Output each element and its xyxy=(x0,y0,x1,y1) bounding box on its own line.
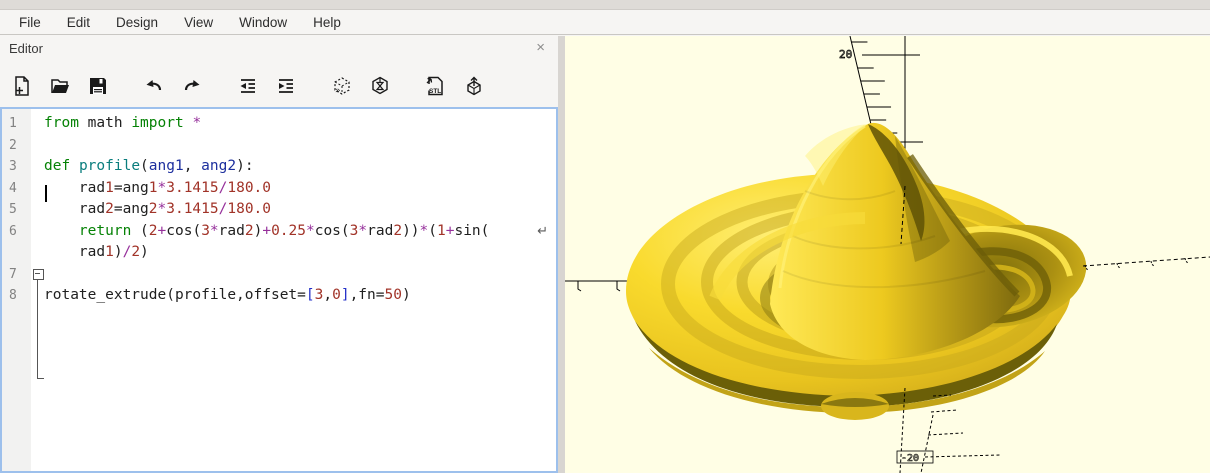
code-row: from math import * xyxy=(44,113,556,135)
stl-icon-label: STL xyxy=(429,88,441,95)
menu-edit[interactable]: Edit xyxy=(54,13,103,32)
editor-panel-title: Editor xyxy=(9,41,43,56)
code-row: rad2=ang2*3.1415/180.0 xyxy=(44,199,556,221)
new-file-icon xyxy=(11,75,33,97)
editor-toolbar: » STL xyxy=(0,64,500,107)
menu-view[interactable]: View xyxy=(171,13,226,32)
indent-button[interactable] xyxy=(274,74,298,98)
new-file-button[interactable] xyxy=(10,74,34,98)
code-row xyxy=(44,264,556,286)
view-model-button[interactable] xyxy=(462,74,486,98)
line-number: 4 xyxy=(2,178,31,200)
undo-button[interactable] xyxy=(142,74,166,98)
code-row: def profile(ang1, ang2): xyxy=(44,156,556,178)
window-title-strip xyxy=(0,0,1210,10)
render-button[interactable] xyxy=(368,74,392,98)
render-icon xyxy=(369,75,391,97)
editor-panel: Editor × xyxy=(0,36,558,473)
menu-file[interactable]: File xyxy=(6,13,54,32)
line-number: 5 xyxy=(2,199,31,221)
save-icon xyxy=(87,75,109,97)
undo-icon xyxy=(143,75,165,97)
fold-guide-line xyxy=(37,279,38,379)
3d-model xyxy=(626,123,1094,420)
preview-button[interactable]: » xyxy=(330,74,354,98)
line-number: 2 xyxy=(2,135,31,157)
code-row: rad1)/2) xyxy=(44,242,556,264)
unindent-button[interactable] xyxy=(236,74,260,98)
export-stl-button[interactable]: STL xyxy=(424,74,448,98)
gutter: 123456 78 xyxy=(2,109,31,471)
redo-icon xyxy=(181,75,203,97)
code-lines[interactable]: from math import * def profile(ang1, ang2… xyxy=(44,109,556,471)
y-axis-negative xyxy=(1083,257,1210,270)
close-panel-button[interactable]: × xyxy=(536,39,545,57)
open-file-button[interactable] xyxy=(48,74,72,98)
menu-window[interactable]: Window xyxy=(226,13,300,32)
fold-marker-icon[interactable] xyxy=(33,269,44,280)
view-model-icon xyxy=(463,75,485,97)
open-file-icon xyxy=(49,75,71,97)
z-axis-negative-label: -20 xyxy=(897,451,933,464)
z-axis-label: 20 xyxy=(839,48,852,61)
save-button[interactable] xyxy=(86,74,110,98)
svg-text:»: » xyxy=(335,86,341,96)
editor-panel-header: Editor × xyxy=(0,36,558,64)
unindent-icon xyxy=(237,75,259,97)
line-wrap-icon: ↵ xyxy=(537,221,548,243)
code-row: rotate_extrude(profile,offset=[3,0],fn=5… xyxy=(44,285,556,307)
text-caret xyxy=(45,185,47,202)
menu-bar: File Edit Design View Window Help xyxy=(0,10,1210,35)
line-number: 8 xyxy=(2,285,31,307)
panel-splitter[interactable] xyxy=(558,36,565,473)
line-number: 3 xyxy=(2,156,31,178)
fold-guide-end xyxy=(37,378,44,379)
line-number: 6 xyxy=(2,221,31,243)
code-row xyxy=(44,135,556,157)
line-number xyxy=(2,242,31,264)
redo-button[interactable] xyxy=(180,74,204,98)
code-row: return (2+cos(3*rad2)+0.25*cos(3*rad2))*… xyxy=(44,221,556,243)
svg-text:-20: -20 xyxy=(901,453,919,464)
3d-viewport[interactable]: 20 xyxy=(565,36,1210,473)
menu-help[interactable]: Help xyxy=(300,13,354,32)
code-editor[interactable]: 123456 78 from math import * def profile(a… xyxy=(0,107,558,473)
indent-icon xyxy=(275,75,297,97)
menu-design[interactable]: Design xyxy=(103,13,171,32)
3d-scene: 20 xyxy=(565,36,1210,473)
line-number: 1 xyxy=(2,113,31,135)
line-number: 7 xyxy=(2,264,31,286)
x-axis xyxy=(565,281,629,291)
export-stl-icon: STL xyxy=(424,75,448,97)
preview-icon: » xyxy=(331,75,353,97)
code-row: rad1=ang1*3.1415/180.0 xyxy=(44,178,556,200)
